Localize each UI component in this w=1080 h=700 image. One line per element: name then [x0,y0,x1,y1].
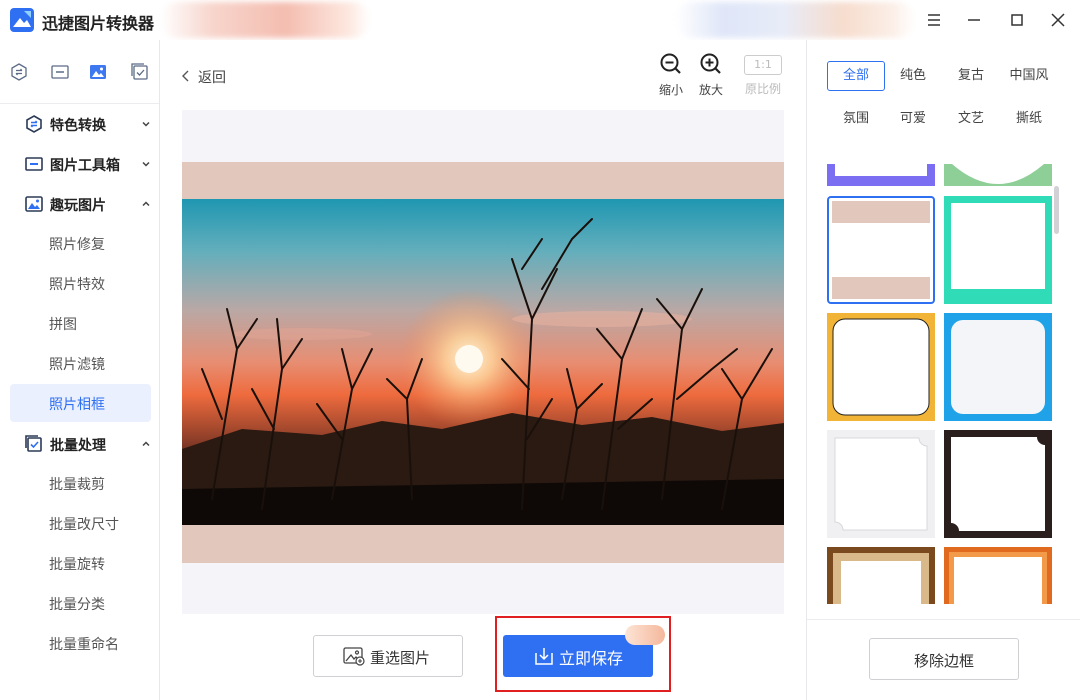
sidebar-item-label: 批量裁剪 [49,477,105,493]
blurred-banner [675,2,915,38]
chevron-left-icon [182,70,189,82]
sidebar-item-batch-rotate[interactable]: 批量旋转 [10,544,151,582]
remove-frame-button[interactable]: 移除边框 [869,638,1019,680]
sidebar-item-label: 批量分类 [49,597,105,613]
zoom-in-label: 放大 [698,83,723,97]
sidebar: 特色转换 图片工具箱 趣玩图片 照片修复 照片特效 拼图 照片滤镜 照片相框 批… [0,40,160,700]
remove-frame-label: 移除边框 [913,652,974,670]
frame-thumb-beige-selected[interactable] [827,196,935,304]
blurred-banner [160,2,370,38]
category-tab-artsy[interactable]: 文艺 [942,104,1000,134]
download-icon [535,648,553,665]
gallery-scrollbar[interactable] [1054,186,1059,234]
main-editor: 返回 缩小 放大 1:1 原比例 重选图片 立即保存 [160,40,806,700]
sidebar-item-photo-filters[interactable]: 照片滤镜 [10,344,151,382]
promo-badge [625,625,665,645]
save-label: 立即保存 [559,649,624,668]
convert-icon [26,115,42,133]
frame-preview [182,162,784,563]
maximize-icon[interactable] [1005,8,1029,32]
frame-gallery [807,164,1080,604]
sidebar-item-label: 照片相框 [49,397,105,413]
app-logo-icon [10,8,34,32]
photo-preview [182,199,784,525]
frame-thumb-wood[interactable] [827,547,935,604]
sidebar-section-label: 批量处理 [50,438,106,454]
image-icon [343,647,365,666]
zoom-out-icon [660,53,681,74]
preview-canvas [182,110,784,614]
chevron-up-icon [142,201,150,207]
sidebar-item-label: 批量重命名 [49,637,119,653]
frame-thumb-teal[interactable] [944,196,1052,304]
category-tab-retro[interactable]: 复古 [942,61,1000,91]
frame-thumb-yellow-rounded[interactable] [827,313,935,421]
original-ratio-button[interactable]: 1:1 原比例 [743,52,783,100]
sidebar-item-batch-classify[interactable]: 批量分类 [10,584,151,622]
frame-thumb-blue-soft[interactable] [944,313,1052,421]
sidebar-section-batch[interactable]: 批量处理 [24,432,154,456]
chevron-down-icon [142,161,150,167]
sidebar-item-collage[interactable]: 拼图 [10,304,151,342]
sidebar-section-label: 图片工具箱 [50,158,120,174]
toolbox-icon[interactable] [50,62,70,82]
sidebar-section-feature-convert[interactable]: 特色转换 [24,112,154,136]
app-window: 迅捷图片转换器 特色转换 图片工具箱 趣玩图片 照片修复 照片特效 拼图 照片滤… [0,0,1080,700]
zoom-out-label: 缩小 [658,83,683,97]
zoom-out-button[interactable]: 缩小 [651,52,691,100]
category-tab-torn-paper[interactable]: 撕纸 [1000,104,1058,134]
chevron-up-icon [142,441,150,447]
sidebar-item-batch-rename[interactable]: 批量重命名 [10,624,151,662]
frame-thumb-green-arch[interactable] [944,164,1052,186]
sidebar-item-label: 批量旋转 [49,557,105,573]
batch-icon[interactable] [130,62,150,82]
category-tab-solid[interactable]: 纯色 [884,61,942,91]
sidebar-section-label: 趣玩图片 [50,198,106,214]
zoom-in-icon [700,53,721,74]
frame-thumb-white-notch[interactable] [827,430,935,538]
reselect-image-button[interactable]: 重选图片 [313,635,463,677]
sidebar-item-label: 照片修复 [49,237,105,253]
image-icon[interactable] [88,62,108,82]
sidebar-item-label: 照片特效 [49,277,105,293]
sidebar-item-label: 拼图 [49,317,77,333]
sidebar-section-toolbox[interactable]: 图片工具箱 [24,152,154,176]
app-title: 迅捷图片转换器 [42,14,155,33]
sidebar-section-fun-images[interactable]: 趣玩图片 [24,192,154,216]
minimize-icon[interactable] [962,8,986,32]
zoom-in-button[interactable]: 放大 [691,52,731,100]
category-tab-cute[interactable]: 可爱 [884,104,942,134]
image-icon [25,196,43,212]
convert-icon[interactable] [9,62,29,82]
sidebar-item-label: 批量改尺寸 [49,517,119,533]
frame-thumb-purple[interactable] [827,164,935,186]
sidebar-item-batch-resize[interactable]: 批量改尺寸 [10,504,151,542]
sidebar-tab-strip [0,40,159,104]
sidebar-item-photo-effects[interactable]: 照片特效 [10,264,151,302]
reselect-label: 重选图片 [370,649,431,667]
title-bar: 迅捷图片转换器 [0,0,1080,40]
original-ratio-label: 原比例 [744,82,781,96]
ratio-badge: 1:1 [744,55,782,75]
sidebar-section-label: 特色转换 [50,118,106,134]
sidebar-item-batch-crop[interactable]: 批量裁剪 [10,464,151,502]
close-icon[interactable] [1046,8,1070,32]
batch-icon [25,435,42,452]
sidebar-item-label: 照片滤镜 [49,357,105,373]
category-tab-chinese[interactable]: 中国风 [1000,61,1058,91]
frames-panel: 全部 纯色 复古 中国风 氛围 可爱 文艺 撕纸 移除边框 [806,40,1080,700]
category-tab-atmosphere[interactable]: 氛围 [827,104,885,134]
sidebar-item-photo-repair[interactable]: 照片修复 [10,224,151,262]
sunset-photo [182,218,784,525]
menu-icon[interactable] [922,8,946,32]
panel-divider [807,619,1080,620]
chevron-down-icon [142,121,150,127]
sidebar-item-photo-frame[interactable]: 照片相框 [10,384,151,422]
frame-thumb-orange[interactable] [944,547,1052,604]
category-tab-all[interactable]: 全部 [827,61,885,91]
back-label: 返回 [198,70,226,86]
toolbox-icon [25,157,43,171]
frame-thumb-black-notch[interactable] [944,430,1052,538]
